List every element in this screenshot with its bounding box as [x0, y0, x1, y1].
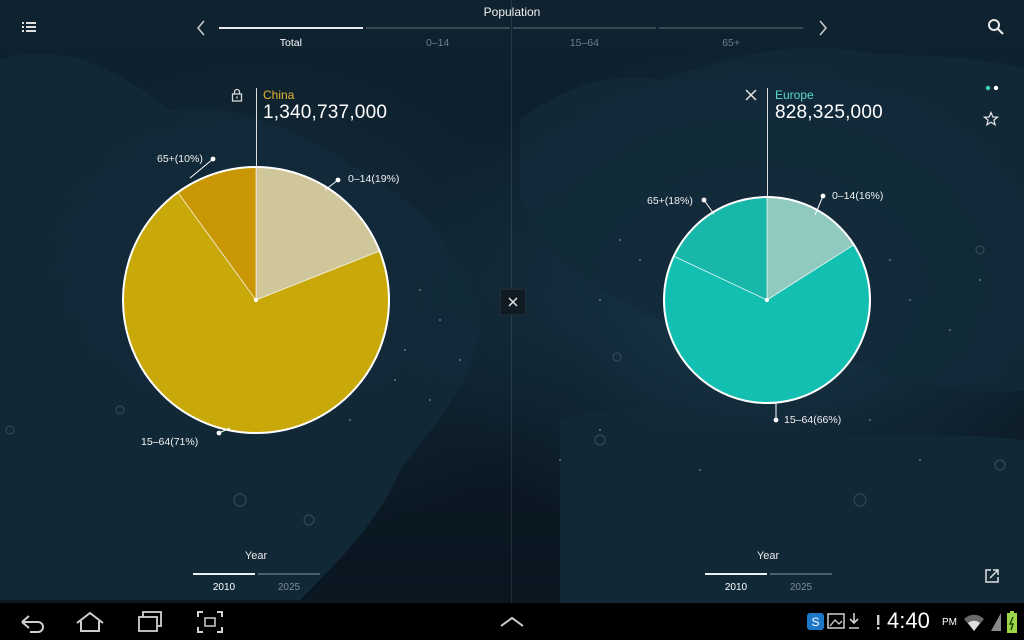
recent-apps-icon[interactable] [135, 609, 165, 635]
slice-label-dot [820, 193, 826, 199]
year-tab-2010-right[interactable]: 2010 [705, 573, 767, 593]
slice-leader-line [703, 199, 715, 215]
slice-label-europe-0-14: 0–14(16%) [832, 190, 884, 202]
share-icon[interactable] [983, 567, 1001, 585]
pie-chart-europe [663, 193, 871, 423]
system-navigation-bar: S [0, 603, 1024, 640]
year-tab-label: 2010 [724, 582, 748, 593]
year-tab-2025-right[interactable]: 2025 [770, 573, 832, 593]
status-ampm: PM [942, 617, 957, 628]
chevron-up-icon[interactable] [497, 609, 527, 635]
battery-icon [1007, 611, 1017, 633]
slice-label-dot [773, 417, 779, 423]
status-clock: 4:40 [887, 608, 930, 633]
signal-icon [991, 613, 1001, 631]
year-title-right: Year [756, 550, 780, 562]
screenshot-icon[interactable] [195, 609, 225, 635]
svg-text:S: S [811, 615, 819, 629]
slice-label-dot [701, 197, 707, 203]
app-screen: Population Total 0–14 15–64 65+ China 1,… [0, 0, 1024, 640]
slice-label-europe-15-64: 15–64(66%) [784, 414, 842, 426]
year-tab-label: 2025 [789, 582, 813, 593]
home-icon[interactable] [74, 609, 106, 635]
alert-icon [877, 615, 880, 630]
back-icon[interactable] [18, 609, 48, 635]
pie-center-dot [764, 297, 770, 303]
wifi-icon [964, 614, 984, 631]
slice-label-europe-65plus: 65+(18%) [647, 195, 693, 207]
notification-icons[interactable]: S [806, 609, 866, 635]
